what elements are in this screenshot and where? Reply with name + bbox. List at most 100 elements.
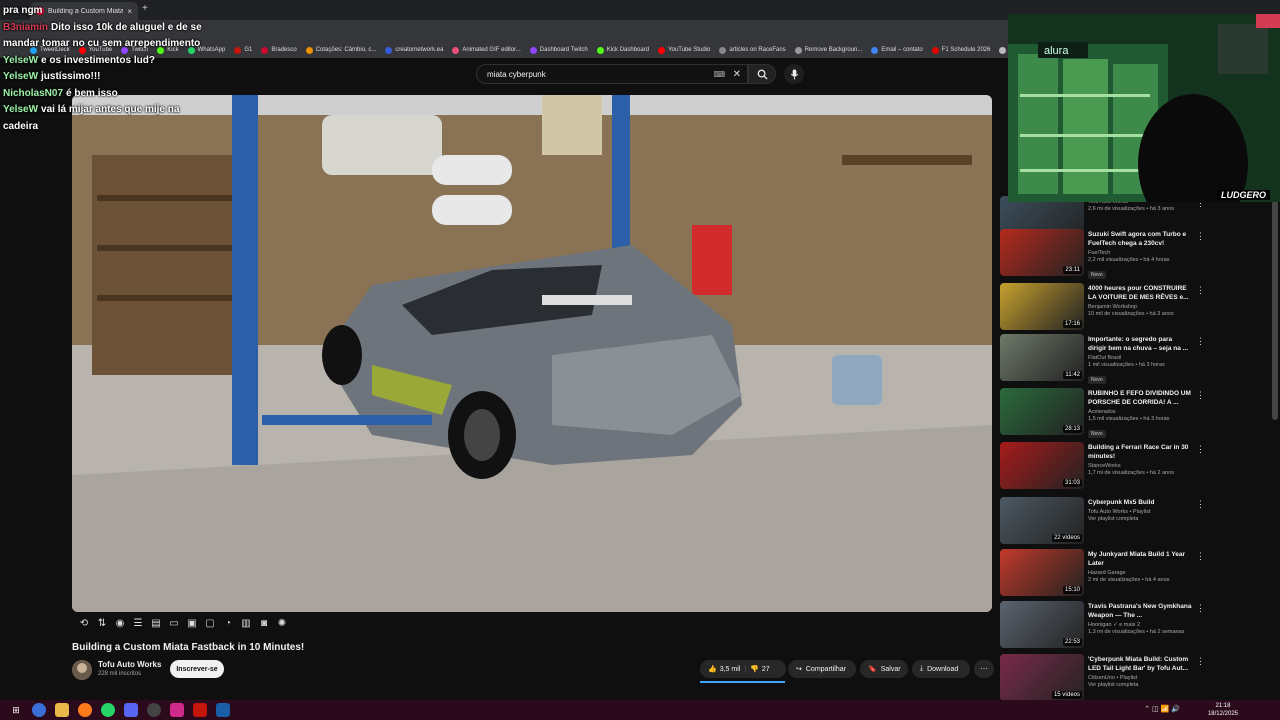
bookmark-item[interactable]: Dashboard Twitch [529, 46, 588, 54]
steam-icon[interactable] [216, 703, 230, 717]
more-options-icon[interactable]: ⋮ [1196, 336, 1205, 347]
channel-avatar[interactable] [72, 660, 92, 680]
bookmark-item[interactable]: YouTube Studio [658, 46, 710, 54]
app-red-icon[interactable] [193, 703, 207, 717]
clear-search-icon[interactable]: ✕ [733, 69, 741, 80]
dislike-button[interactable]: 👎 27 [750, 665, 770, 674]
video-stats: 1,3 mi de visualizações • há 2 semanas [1088, 629, 1185, 635]
audio-icon[interactable]: ◉ [114, 617, 126, 629]
video-thumbnail[interactable]: 22 vídeos [1000, 497, 1084, 544]
bookmark-item[interactable]: Bradesco [261, 46, 297, 54]
recommended-video[interactable]: 28:13 RUBINHO E FEFO DIVIDINDO UM PORSCHE… [1000, 388, 1210, 438]
whatsapp-icon[interactable] [101, 703, 115, 717]
taskbar-clock[interactable]: 21:18 18/12/2025 [1208, 702, 1238, 718]
video-thumbnail[interactable]: 15 vídeos [1000, 654, 1084, 701]
app-pink-icon[interactable] [170, 703, 184, 717]
bookmark-item[interactable]: articles on RaceFans [719, 46, 786, 54]
video-channel[interactable]: CitizenUno • Playlist [1088, 675, 1192, 681]
video-title[interactable]: My Junkyard Miata Build 1 Year Later [1088, 550, 1192, 568]
bookmark-item[interactable]: creatornetwork.ea [385, 46, 443, 54]
video-channel[interactable]: FlatOut Brasil [1088, 355, 1192, 361]
bookmark-item[interactable]: Remove Backgroun... [794, 46, 862, 54]
captions-icon[interactable]: ▥ [240, 617, 252, 629]
more-options-icon[interactable]: ⋮ [1196, 444, 1205, 455]
clip-icon[interactable]: ▤ [150, 617, 162, 629]
video-channel[interactable]: Benjamin Workshop [1088, 304, 1192, 310]
save-button[interactable]: 🔖 Salvar [860, 660, 908, 678]
bookmark-item[interactable]: Email – contato [871, 46, 923, 54]
chat-username: YelseW [3, 54, 39, 66]
bookmark-item[interactable]: G1 [234, 46, 252, 54]
bookmark-item[interactable]: Animated GIF editor... [452, 46, 521, 54]
video-title[interactable]: RUBINHO E FEFO DIVIDINDO UM PORSCHE DE C… [1088, 389, 1192, 407]
video-title[interactable]: 4000 heures pour CONSTRUIRE LA VOITURE D… [1088, 284, 1192, 302]
video-channel[interactable]: Hoonigan ✓ e mais 2 [1088, 622, 1192, 628]
like-button[interactable]: 👍 3,5 mil [708, 665, 740, 674]
recommended-video[interactable]: 31:03 Building a Ferrari Race Car in 30 m… [1000, 442, 1210, 492]
recommended-video[interactable]: 11:42 Importante: o segredo para dirigir … [1000, 334, 1210, 384]
file-explorer-icon[interactable] [55, 703, 69, 717]
recommended-video[interactable]: 17:16 4000 heures pour CONSTRUIRE LA VOIT… [1000, 283, 1210, 333]
obs-icon[interactable] [147, 703, 161, 717]
cast-icon[interactable]: ▢ [204, 617, 216, 629]
video-duration: 22 vídeos [1051, 534, 1082, 542]
video-title[interactable]: Cyberpunk Mx5 Build [1088, 498, 1192, 507]
settings-gear-icon[interactable]: ✺ [276, 617, 288, 629]
video-thumbnail[interactable]: 31:03 [1000, 442, 1084, 489]
discord-icon[interactable] [124, 703, 138, 717]
recommended-video[interactable]: 22:53 Travis Pastrana's New Gymkhana Weap… [1000, 601, 1210, 651]
video-title[interactable]: Suzuki Swift agora com Turbo e FuelTech … [1088, 230, 1192, 248]
recommended-video[interactable]: 23:11 Suzuki Swift agora com Turbo e Fuel… [1000, 229, 1210, 279]
loop-icon[interactable]: ⟲ [78, 617, 90, 629]
video-channel[interactable]: StanceWorks [1088, 463, 1192, 469]
video-player[interactable] [72, 95, 992, 612]
download-button[interactable]: ⤓ Download [912, 660, 970, 678]
recommended-video[interactable]: 15 vídeos 'Cyberpunk Miata Build: Custom … [1000, 654, 1210, 704]
windows-start-icon[interactable]: ⊞ [9, 703, 23, 717]
video-channel[interactable]: Tofu Auto Works • Playlist [1088, 509, 1192, 515]
video-thumbnail[interactable]: 22:53 [1000, 601, 1084, 648]
screenshot-icon[interactable]: ◙ [258, 617, 270, 629]
keyboard-icon[interactable]: ⌨ [713, 70, 725, 79]
more-options-icon[interactable]: ⋮ [1196, 603, 1205, 614]
video-title[interactable]: Importante: o segredo para dirigir bem n… [1088, 335, 1192, 353]
firefox-icon[interactable] [78, 703, 92, 717]
video-thumbnail[interactable]: 23:11 [1000, 229, 1084, 276]
more-options-icon[interactable]: ⋮ [1196, 390, 1205, 401]
video-thumbnail[interactable]: 28:13 [1000, 388, 1084, 435]
system-tray[interactable]: ⌃ ◫ 📶 🔊 [1144, 705, 1180, 713]
video-thumbnail[interactable]: 17:16 [1000, 283, 1084, 330]
video-channel[interactable]: Acelerados [1088, 409, 1192, 415]
video-meta: Importante: o segredo para dirigir bem n… [1088, 335, 1192, 386]
speed-icon[interactable]: ◔ [222, 617, 234, 629]
theater-icon[interactable]: ▭ [168, 617, 180, 629]
bookmark-item[interactable]: Kick Dashboard [596, 46, 649, 54]
more-options-icon[interactable]: ⋮ [1196, 499, 1205, 510]
more-options-icon[interactable]: ⋮ [1196, 285, 1205, 296]
share-button[interactable]: ↪ Compartilhar [788, 660, 856, 678]
subscribe-button[interactable]: Inscrever-se [170, 660, 224, 678]
channel-name[interactable]: Tofu Auto Works [98, 660, 161, 669]
bookmark-item[interactable]: Cotações: Câmbio, c... [305, 46, 376, 54]
more-options-icon[interactable]: ⋮ [1196, 551, 1205, 562]
chrome-icon[interactable] [32, 703, 46, 717]
search-button[interactable] [748, 64, 776, 84]
video-title[interactable]: Travis Pastrana's New Gymkhana Weapon — … [1088, 602, 1192, 620]
playlist-icon[interactable]: ☰ [132, 617, 144, 629]
video-channel[interactable]: Hazard Garage [1088, 570, 1192, 576]
more-options-icon[interactable]: ⋮ [1196, 656, 1205, 667]
video-title[interactable]: 'Cyberpunk Miata Build: Custom LED Tail … [1088, 655, 1192, 673]
video-channel[interactable]: FuelTech [1088, 250, 1192, 256]
miniplayer-icon[interactable]: ▣ [186, 617, 198, 629]
video-thumbnail[interactable]: 15:10 [1000, 549, 1084, 596]
recommended-video[interactable]: 22 vídeos Cyberpunk Mx5 Build Tofu Auto Wo… [1000, 497, 1210, 547]
recommended-video[interactable]: 15:10 My Junkyard Miata Build 1 Year Late… [1000, 549, 1210, 599]
video-thumbnail[interactable]: 11:42 [1000, 334, 1084, 381]
bookmark-item[interactable]: F1 Schedule 2026 [931, 46, 990, 54]
more-options-icon[interactable]: ⋮ [1196, 231, 1205, 242]
sort-icon[interactable]: ⇅ [96, 617, 108, 629]
voice-search-button[interactable] [784, 64, 804, 84]
more-actions-button[interactable]: ⋯ [974, 660, 994, 678]
search-input[interactable]: miata cyberpunk ⌨ ✕ [476, 64, 748, 84]
video-title[interactable]: Building a Ferrari Race Car in 30 minute… [1088, 443, 1192, 461]
